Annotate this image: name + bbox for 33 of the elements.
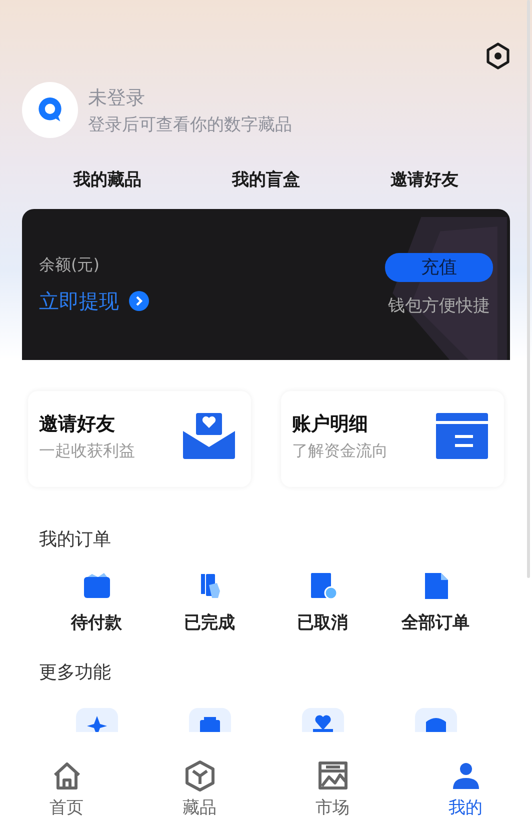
wallet-icon	[82, 571, 112, 601]
shortcut-link[interactable]: 我的藏品	[73, 168, 142, 191]
order-item[interactable]: 待付款	[40, 571, 153, 634]
envelope-heart-icon	[183, 413, 235, 459]
card-subtitle: 一起收获利益	[39, 440, 135, 462]
list-card-icon	[436, 413, 488, 459]
withdraw-link[interactable]: 立即提现	[39, 288, 149, 314]
shortcut-link[interactable]: 邀请好友	[390, 168, 459, 191]
tab[interactable]: 市场	[266, 750, 399, 826]
shortcut-link[interactable]: 我的盲盒	[232, 168, 300, 191]
card-subtitle: 了解资金流向	[292, 440, 388, 462]
feature-icon[interactable]	[302, 708, 344, 732]
order-item[interactable]: 已取消	[266, 571, 379, 634]
chevron-icon	[129, 291, 149, 311]
feature-card[interactable]: 邀请好友 一起收获利益	[28, 391, 251, 487]
feature-icon[interactable]	[76, 708, 118, 732]
tab[interactable]: 我的	[399, 750, 532, 826]
card-title: 邀请好友	[39, 412, 116, 436]
feature-icon[interactable]	[188, 708, 230, 732]
tab[interactable]: 首页	[0, 750, 133, 826]
cube-icon	[184, 760, 216, 792]
tab[interactable]: 藏品	[133, 750, 266, 826]
section-title: 我的订单	[39, 528, 112, 551]
feature-icon[interactable]	[414, 708, 456, 732]
card-title: 账户明细	[292, 412, 369, 436]
section-title: 更多功能	[39, 661, 112, 684]
order-item[interactable]: 全部订单	[379, 571, 492, 634]
feature-card[interactable]: 账户明细 了解资金流向	[281, 391, 504, 487]
order-item[interactable]: 已完成	[153, 571, 266, 634]
login-hint: 登录后可查看你的数字藏品	[88, 114, 292, 136]
balance-label: 余额(元)	[39, 254, 100, 276]
chart-window-icon	[316, 760, 348, 792]
wallet-note: 钱包方便快捷	[388, 294, 490, 316]
